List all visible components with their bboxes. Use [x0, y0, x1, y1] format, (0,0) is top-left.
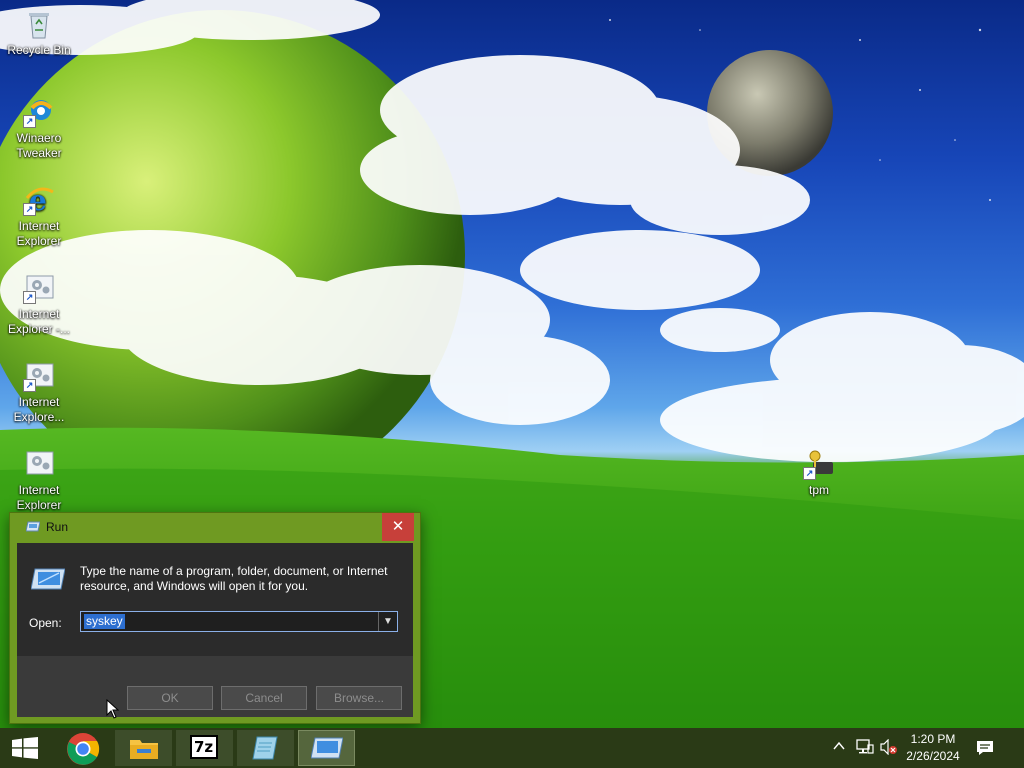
chrome-icon: [67, 733, 100, 765]
taskbar-chrome[interactable]: [57, 728, 109, 768]
run-dialog[interactable]: Run ✕ Type the name of a program, folder…: [9, 512, 421, 724]
shortcut-arrow-icon: ↗: [23, 115, 36, 128]
desktop-icon-label: Recycle Bin: [7, 43, 71, 57]
network-icon[interactable]: [856, 739, 874, 758]
run-icon: [26, 521, 40, 532]
desktop-icon-label: Internet Explore...: [13, 395, 65, 424]
taskbar-7zip[interactable]: 7z: [176, 730, 233, 766]
shortcut-arrow-icon: ↗: [23, 203, 36, 216]
settings-shortcut-icon: [23, 448, 55, 480]
desktop-icon-internet-explorer-3[interactable]: ↗ Internet Explore...: [2, 360, 76, 425]
close-button[interactable]: ✕: [382, 513, 414, 541]
run-program-icon: [31, 568, 65, 590]
desktop-icon-internet-explorer[interactable]: e ↗ Internet Explorer: [2, 184, 76, 249]
clock-date: 2/26/2024: [906, 749, 960, 763]
shortcut-arrow-icon: ↗: [23, 291, 36, 304]
desktop-icon-tpm[interactable]: ↗ tpm: [782, 448, 856, 498]
cancel-button[interactable]: Cancel: [221, 686, 307, 710]
run-dialog-title: Run: [46, 520, 69, 534]
clock-time: 1:20 PM: [910, 732, 956, 746]
run-description: Type the name of a program, folder, docu…: [80, 564, 388, 593]
volume-muted-icon[interactable]: [880, 738, 898, 758]
shortcut-arrow-icon: ↗: [803, 467, 816, 480]
run-dialog-titlebar[interactable]: Run ✕: [10, 513, 420, 542]
taskbar-file-explorer[interactable]: [115, 730, 172, 766]
winaero-tweaker-icon: ↗: [23, 96, 55, 128]
chevron-down-icon[interactable]: ▼: [378, 612, 397, 631]
7zip-icon-text: 7z: [194, 738, 214, 756]
taskbar-run[interactable]: [298, 730, 355, 766]
desktop-icon-recycle-bin[interactable]: Recycle Bin: [2, 8, 76, 58]
7zip-icon: 7z: [190, 735, 218, 759]
taskbar: 7z 1:20 PM 2/26/2024: [0, 728, 1024, 768]
settings-shortcut-icon: ↗: [23, 272, 55, 304]
taskbar-notepad[interactable]: [237, 730, 294, 766]
desktop-icon-label: Internet Explorer: [16, 483, 62, 512]
desktop-icon-label: Winaero Tweaker: [16, 131, 62, 160]
desktop-icon-internet-explorer-2[interactable]: ↗ Internet Explorer -...: [2, 272, 76, 337]
desktop-icon-internet-explorer-4[interactable]: Internet Explorer: [2, 448, 76, 513]
windows-logo-icon: [12, 737, 38, 759]
open-combobox[interactable]: syskey ▼: [80, 611, 398, 632]
desktop-icon-winaero-tweaker[interactable]: ↗ Winaero Tweaker: [2, 96, 76, 161]
open-label: Open:: [29, 616, 62, 630]
clock[interactable]: 1:20 PM 2/26/2024: [898, 731, 968, 765]
browse-button[interactable]: Browse...: [316, 686, 402, 710]
folder-icon: [130, 740, 158, 759]
run-dialog-body: Type the name of a program, folder, docu…: [17, 543, 413, 717]
internet-explorer-icon: e ↗: [23, 184, 55, 217]
mouse-cursor-icon: [106, 699, 120, 719]
shortcut-arrow-icon: ↗: [23, 379, 36, 392]
ok-button[interactable]: OK: [127, 686, 213, 710]
tpm-key-icon: ↗: [803, 448, 835, 480]
chevron-up-icon[interactable]: [832, 739, 846, 756]
start-button[interactable]: [0, 728, 50, 768]
desktop-icon-label: Internet Explorer: [16, 219, 62, 248]
notepad-icon: [252, 736, 278, 760]
desktop-icon-label: tpm: [808, 483, 829, 497]
desktop-icon-label: Internet Explorer -...: [7, 307, 70, 336]
open-input-value[interactable]: syskey: [84, 614, 125, 629]
settings-shortcut-icon: ↗: [23, 360, 55, 392]
recycle-bin-icon: [23, 8, 55, 40]
action-center-icon[interactable]: [976, 739, 994, 760]
run-dialog-content: Type the name of a program, folder, docu…: [17, 543, 413, 656]
run-icon: [311, 737, 343, 759]
